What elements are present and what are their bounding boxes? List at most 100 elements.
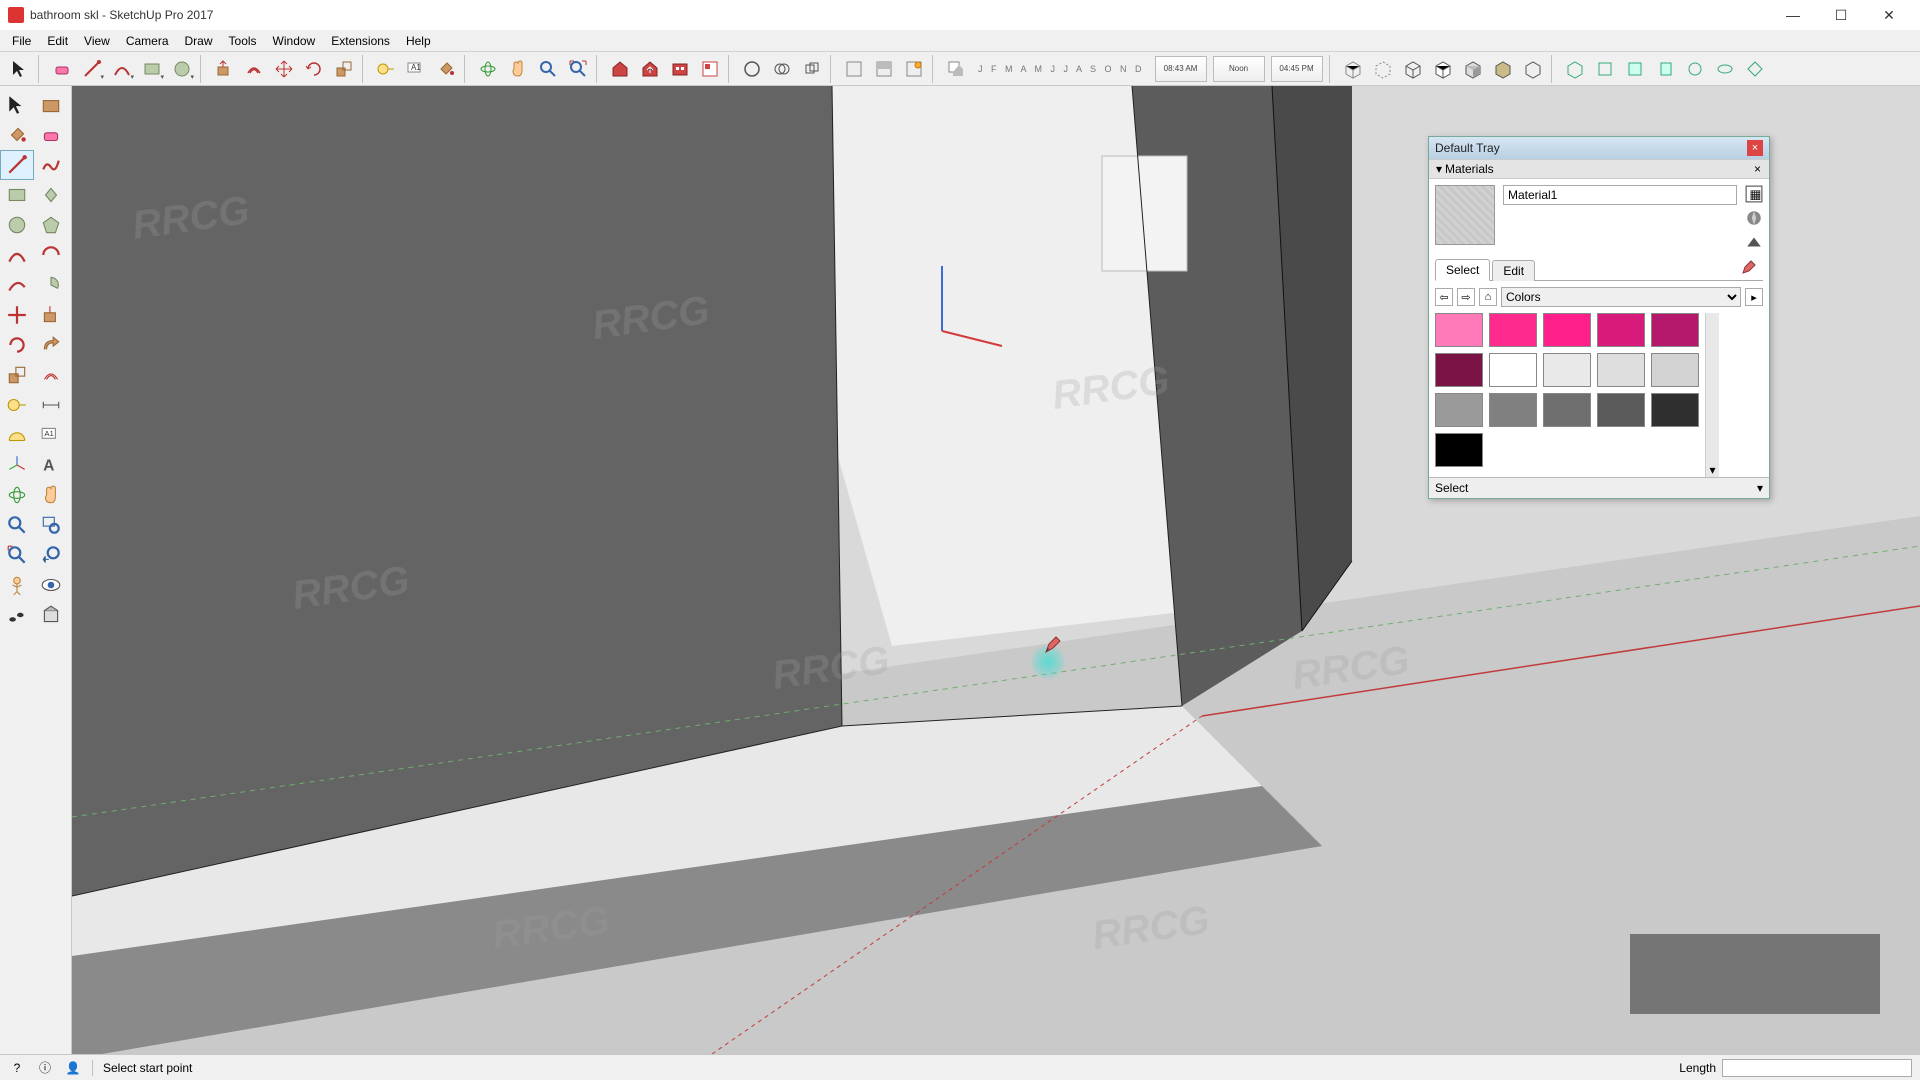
zoom-icon[interactable] (534, 55, 562, 83)
materials-select-row[interactable]: Select ▾ (1429, 477, 1769, 498)
color-swatch[interactable] (1435, 393, 1483, 427)
materials-library-select[interactable]: Colors (1501, 287, 1741, 307)
camera-back-icon[interactable] (1681, 55, 1709, 83)
eraser-icon[interactable] (48, 55, 76, 83)
rotate-icon-2[interactable] (0, 330, 34, 360)
rectangle-icon-2[interactable] (0, 180, 34, 210)
color-swatch[interactable] (1489, 313, 1537, 347)
color-swatch[interactable] (1435, 433, 1483, 467)
menu-help[interactable]: Help (398, 32, 439, 50)
material-preview-swatch[interactable] (1435, 185, 1495, 245)
polygon-icon[interactable] (34, 210, 68, 240)
menu-edit[interactable]: Edit (39, 32, 76, 50)
status-user-icon[interactable]: 👤 (64, 1059, 82, 1077)
freehand-icon[interactable] (34, 150, 68, 180)
month-strip[interactable]: J F M A M J J A S O N D (972, 56, 1151, 82)
material-name-input[interactable] (1503, 185, 1737, 205)
materials-home-button[interactable]: ⌂ (1479, 288, 1497, 306)
paint-bucket-icon[interactable] (432, 55, 460, 83)
text-label-icon[interactable]: A1 (34, 420, 68, 450)
arc-tool-icon[interactable]: ▾ (108, 55, 136, 83)
style-shaded-icon[interactable] (1459, 55, 1487, 83)
eraser-icon-2[interactable] (34, 120, 68, 150)
materials-forward-button[interactable]: ⇨ (1457, 288, 1475, 306)
pan-icon[interactable] (504, 55, 532, 83)
orbit-icon-2[interactable] (0, 480, 34, 510)
arc-icon-2[interactable] (0, 240, 34, 270)
camera-left-icon[interactable] (1711, 55, 1739, 83)
offset-icon[interactable] (240, 55, 268, 83)
tray-close-button[interactable]: × (1747, 140, 1763, 156)
tape-measure-icon-2[interactable] (0, 390, 34, 420)
tray-titlebar[interactable]: Default Tray × (1429, 137, 1769, 159)
color-swatch[interactable] (1543, 353, 1591, 387)
component-icon[interactable] (34, 90, 68, 120)
color-swatch[interactable] (1651, 353, 1699, 387)
maximize-button[interactable]: ☐ (1818, 0, 1864, 30)
create-material-icon[interactable]: ▦ (1745, 185, 1763, 203)
time-noon[interactable]: Noon (1213, 56, 1265, 82)
color-swatch[interactable] (1597, 393, 1645, 427)
section-cut-icon[interactable] (870, 55, 898, 83)
color-swatch[interactable] (1543, 313, 1591, 347)
push-pull-icon-2[interactable] (34, 300, 68, 330)
materials-tab-edit[interactable]: Edit (1492, 260, 1535, 281)
follow-me-icon[interactable] (34, 330, 68, 360)
line-icon-2[interactable] (0, 150, 34, 180)
protractor-icon[interactable] (0, 420, 34, 450)
style-back-edges-icon[interactable] (1369, 55, 1397, 83)
color-swatch[interactable] (1597, 313, 1645, 347)
style-xray-icon[interactable] (1339, 55, 1367, 83)
solid-union-icon[interactable] (798, 55, 826, 83)
materials-select-dropdown-icon[interactable]: ▾ (1757, 481, 1763, 495)
menu-camera[interactable]: Camera (118, 32, 177, 50)
extension-warehouse-icon[interactable] (666, 55, 694, 83)
measurement-input[interactable] (1722, 1059, 1912, 1077)
color-swatch[interactable] (1543, 393, 1591, 427)
time-afternoon[interactable]: 04:45 PM (1271, 56, 1323, 82)
color-swatch[interactable] (1435, 353, 1483, 387)
circle-icon-2[interactable] (0, 210, 34, 240)
menu-extensions[interactable]: Extensions (323, 32, 398, 50)
zoom-window-icon[interactable] (34, 510, 68, 540)
dimension-icon[interactable] (34, 390, 68, 420)
line-tool-icon[interactable]: ▾ (78, 55, 106, 83)
tape-measure-icon[interactable] (372, 55, 400, 83)
style-wireframe-icon[interactable] (1399, 55, 1427, 83)
minimize-button[interactable]: — (1770, 0, 1816, 30)
section-plane-icon-2[interactable] (34, 600, 68, 630)
materials-details-button[interactable]: ▸ (1745, 288, 1763, 306)
menu-window[interactable]: Window (265, 32, 324, 50)
style-hidden-line-icon[interactable] (1429, 55, 1457, 83)
pan-icon-2[interactable] (34, 480, 68, 510)
time-morning[interactable]: 08:43 AM (1155, 56, 1207, 82)
section-display-icon[interactable] (840, 55, 868, 83)
paint-bucket-icon-2[interactable] (0, 120, 34, 150)
solid-intersect-icon[interactable] (768, 55, 796, 83)
axes-icon[interactable] (0, 450, 34, 480)
display-secondary-pane-icon[interactable] (1745, 233, 1763, 251)
rotated-rect-icon[interactable] (34, 180, 68, 210)
section-plane-icon[interactable] (900, 55, 928, 83)
color-swatch[interactable] (1651, 313, 1699, 347)
orbit-icon[interactable] (474, 55, 502, 83)
menu-draw[interactable]: Draw (177, 32, 221, 50)
materials-back-button[interactable]: ⇦ (1435, 288, 1453, 306)
materials-scrollbar[interactable]: ▾ (1705, 313, 1719, 477)
camera-bottom-icon[interactable] (1741, 55, 1769, 83)
3d-text-icon[interactable]: A (34, 450, 68, 480)
walk-icon[interactable] (0, 600, 34, 630)
color-swatch[interactable] (1489, 353, 1537, 387)
style-shaded-textures-icon[interactable] (1489, 55, 1517, 83)
2pt-arc-icon[interactable] (34, 240, 68, 270)
color-swatch[interactable] (1489, 393, 1537, 427)
zoom-previous-icon[interactable] (34, 540, 68, 570)
move-icon-2[interactable] (0, 300, 34, 330)
status-info-icon[interactable]: ⓘ (36, 1059, 54, 1077)
sample-paint-icon[interactable] (1735, 257, 1763, 280)
menu-view[interactable]: View (76, 32, 118, 50)
offset-icon-2[interactable] (34, 360, 68, 390)
materials-panel-header[interactable]: ▾ Materials × (1429, 159, 1769, 179)
color-swatch[interactable] (1435, 313, 1483, 347)
warehouse-upload-icon[interactable] (636, 55, 664, 83)
